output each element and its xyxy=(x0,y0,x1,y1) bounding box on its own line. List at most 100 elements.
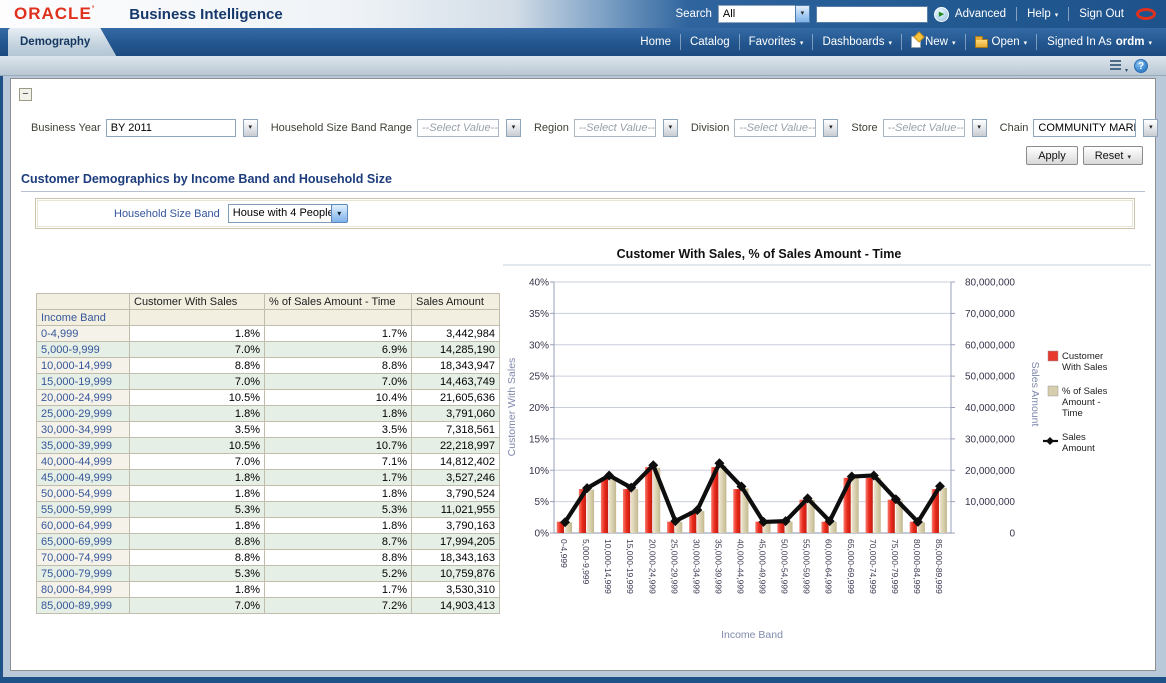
filter-value[interactable]: --Select Value-- xyxy=(883,119,965,137)
chevron-down-icon[interactable]: ▾ xyxy=(243,119,258,137)
oracle-ring-icon xyxy=(1136,8,1156,20)
value-cell: 5.3% xyxy=(130,566,265,582)
svg-text:Amount -: Amount - xyxy=(1062,397,1101,408)
filter-value[interactable]: --Select Value-- xyxy=(734,119,816,137)
filter-division: Division --Select Value-- ▾ xyxy=(691,119,839,137)
filter-value[interactable]: BY 2011 xyxy=(106,119,236,137)
value-cell: 5.3% xyxy=(130,502,265,518)
menu-open[interactable]: Open▾ xyxy=(965,34,1037,50)
svg-text:Amount: Amount xyxy=(1062,443,1095,454)
menu-new[interactable]: New▾ xyxy=(901,34,965,50)
filter-store: Store--Select Value--▾ xyxy=(851,119,986,137)
sign-out-link[interactable]: Sign Out xyxy=(1079,8,1124,20)
value-cell: 22,218,997 xyxy=(412,438,500,454)
new-document-icon xyxy=(911,36,921,48)
help-menu[interactable]: Help▾ xyxy=(1027,8,1058,20)
value-cell: 3,530,310 xyxy=(412,582,500,598)
value-cell: 1.7% xyxy=(265,582,412,598)
svg-text:70,000,000: 70,000,000 xyxy=(965,309,1015,320)
menu-dashboards[interactable]: Dashboards▾ xyxy=(812,34,901,50)
chevron-down-icon[interactable]: ▾ xyxy=(506,119,521,137)
svg-text:65,000-69,999: 65,000-69,999 xyxy=(846,539,856,594)
legend-entry-2: SalesAmount xyxy=(1043,432,1095,454)
income-band-cell[interactable]: 20,000-24,999 xyxy=(37,390,130,406)
svg-text:Time: Time xyxy=(1062,408,1083,419)
x-axis-labels: 0-4,9995,000-9,99910,000-14,99915,000-19… xyxy=(559,539,944,594)
value-cell: 14,463,749 xyxy=(412,374,500,390)
filter-value[interactable]: --Select Value-- xyxy=(574,119,656,137)
filter-region: Region--Select Value--▾ xyxy=(534,119,678,137)
reset-label: Reset xyxy=(1095,150,1124,162)
income-band-cell[interactable]: 85,000-89,999 xyxy=(37,598,130,614)
income-band-cell[interactable]: 75,000-79,999 xyxy=(37,566,130,582)
menu-catalog[interactable]: Catalog xyxy=(680,34,739,50)
income-band-cell[interactable]: 40,000-44,999 xyxy=(37,454,130,470)
svg-text:10%: 10% xyxy=(529,466,549,477)
menu-favorites[interactable]: Favorites▾ xyxy=(739,34,813,50)
section-title: Customer Demographics by Income Band and… xyxy=(21,172,392,186)
search-scope-select[interactable]: All▾ xyxy=(718,5,810,23)
income-band-cell[interactable]: 80,000-84,999 xyxy=(37,582,130,598)
value-cell: 1.8% xyxy=(265,518,412,534)
table-row: 20,000-24,99910.5%10.4%21,605,636 xyxy=(37,390,500,406)
help-icon[interactable]: ? xyxy=(1134,59,1148,73)
line-series-sales-amount[interactable] xyxy=(560,458,945,527)
advanced-link[interactable]: Advanced xyxy=(955,8,1006,20)
svg-text:40,000,000: 40,000,000 xyxy=(965,403,1015,414)
table-row: 35,000-39,99910.5%10.7%22,218,997 xyxy=(37,438,500,454)
value-cell: 3,790,524 xyxy=(412,486,500,502)
value-cell: 7,318,561 xyxy=(412,422,500,438)
income-band-cell[interactable]: 0-4,999 xyxy=(37,326,130,342)
income-band-cell[interactable]: 25,000-29,999 xyxy=(37,406,130,422)
filter-label: Chain xyxy=(1000,122,1029,134)
signed-in-menu[interactable]: Signed In As ordm ▾ xyxy=(1036,34,1156,50)
combo-chart[interactable]: Customer With Sales, % of Sales Amount -… xyxy=(501,239,1153,667)
table-row: 55,000-59,9995.3%5.3%11,021,955 xyxy=(37,502,500,518)
tab-demography[interactable]: Demography xyxy=(8,28,116,56)
income-band-cell[interactable]: 65,000-69,999 xyxy=(37,534,130,550)
income-band-cell[interactable]: 35,000-39,999 xyxy=(37,438,130,454)
income-band-cell[interactable]: 10,000-14,999 xyxy=(37,358,130,374)
chevron-down-icon[interactable]: ▾ xyxy=(795,5,810,23)
svg-text:55,000-59,999: 55,000-59,999 xyxy=(802,539,812,594)
table-row: 50,000-54,9991.8%1.8%3,790,524 xyxy=(37,486,500,502)
svg-text:85,000-89,999: 85,000-89,999 xyxy=(934,539,944,594)
table-row: 30,000-34,9993.5%3.5%7,318,561 xyxy=(37,422,500,438)
svg-text:With Sales: With Sales xyxy=(1062,362,1108,373)
income-band-cell[interactable]: 45,000-49,999 xyxy=(37,470,130,486)
nav-menu: HomeCatalogFavorites▾Dashboards▾New▾Open… xyxy=(631,28,1166,56)
filter-label: Division xyxy=(691,122,730,134)
table-row: 60,000-64,9991.8%1.8%3,790,163 xyxy=(37,518,500,534)
value-cell: 1.7% xyxy=(265,470,412,486)
separator xyxy=(1068,7,1069,21)
income-band-cell[interactable]: 30,000-34,999 xyxy=(37,422,130,438)
filter-value[interactable]: COMMUNITY MARKET xyxy=(1033,119,1136,137)
left-axis: 0%5%10%15%20%25%30%35%40%Customer With S… xyxy=(506,278,554,540)
income-band-cell[interactable]: 55,000-59,999 xyxy=(37,502,130,518)
search-go-button[interactable]: ▶ xyxy=(934,7,949,22)
chevron-down-icon[interactable]: ▾ xyxy=(663,119,678,137)
income-band-cell[interactable]: 70,000-74,999 xyxy=(37,550,130,566)
value-cell: 8.8% xyxy=(130,550,265,566)
reset-button[interactable]: Reset▾ xyxy=(1083,146,1143,165)
search-input[interactable] xyxy=(816,6,928,23)
chevron-down-icon[interactable]: ▾ xyxy=(972,119,987,137)
chevron-down-icon[interactable]: ▾ xyxy=(331,204,348,223)
filter-value[interactable]: --Select Value-- xyxy=(417,119,499,137)
income-band-cell[interactable]: 50,000-54,999 xyxy=(37,486,130,502)
apply-button[interactable]: Apply xyxy=(1026,146,1078,165)
menu-home[interactable]: Home xyxy=(631,34,680,50)
chevron-down-icon[interactable]: ▾ xyxy=(823,119,838,137)
income-band-cell[interactable]: 5,000-9,999 xyxy=(37,342,130,358)
income-band-cell[interactable]: 60,000-64,999 xyxy=(37,518,130,534)
signed-in-label: Signed In As xyxy=(1047,36,1112,48)
value-cell: 18,343,947 xyxy=(412,358,500,374)
collapse-section-button[interactable]: − xyxy=(19,88,32,101)
household-size-band-select[interactable]: House with 4 People▾ xyxy=(228,204,348,223)
svg-text:5,000-9,999: 5,000-9,999 xyxy=(581,539,591,585)
income-band-cell[interactable]: 15,000-19,999 xyxy=(37,374,130,390)
legend-entry-1: % of SalesAmount -Time xyxy=(1048,386,1108,419)
table-row: 0-4,9991.8%1.7%3,442,984 xyxy=(37,326,500,342)
chevron-down-icon[interactable]: ▾ xyxy=(1143,119,1158,137)
page-options-icon[interactable]: ▾ xyxy=(1110,59,1126,72)
